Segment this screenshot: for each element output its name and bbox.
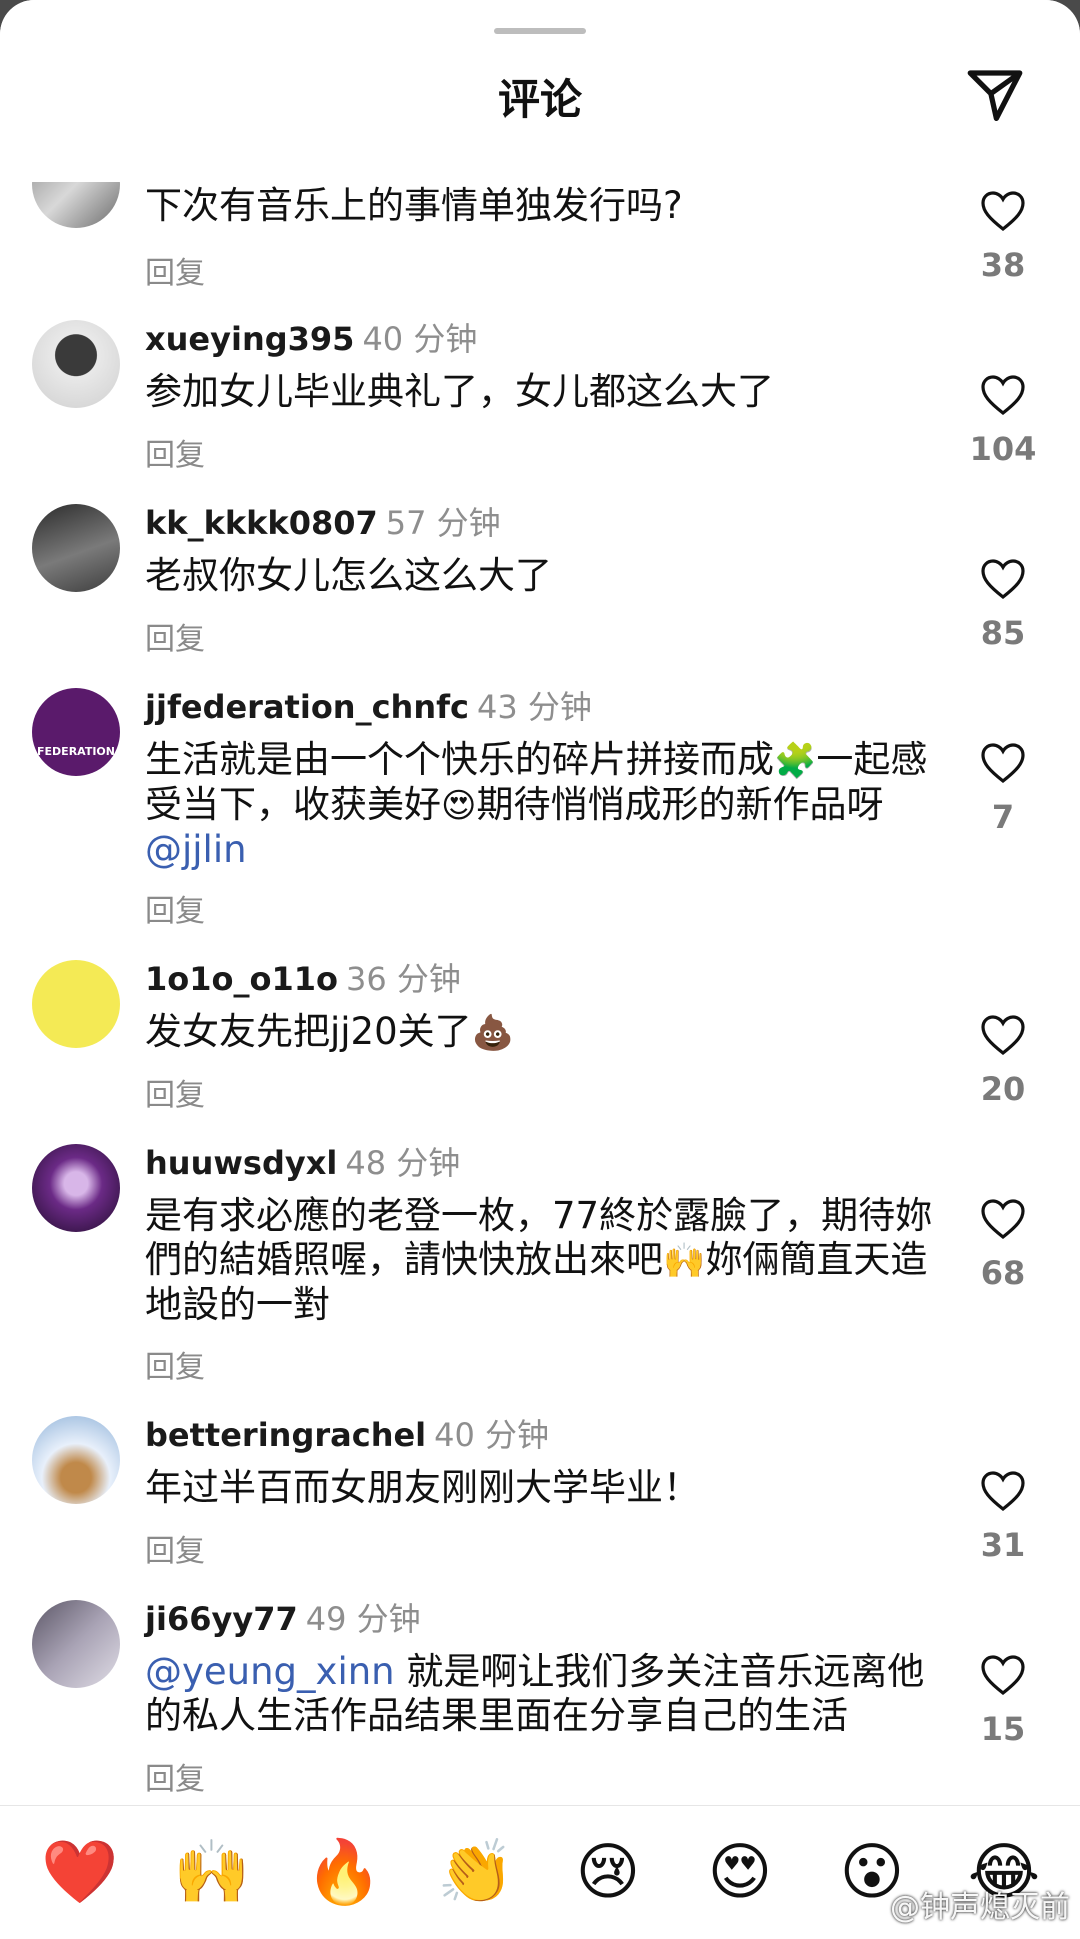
username[interactable]: xueying395: [145, 320, 354, 358]
heart-icon: [981, 743, 1025, 784]
avatar[interactable]: FEDERATION: [32, 688, 120, 776]
timestamp: 49 分钟: [305, 1600, 421, 1638]
comment-text: 是有求必應的老登一枚，77終於露臉了，期待妳們的結婚照喔，請快快放出來吧🙌妳倆簡…: [145, 1194, 935, 1327]
timestamp: 40 分钟: [434, 1416, 550, 1454]
comment-text: 年过半百而女朋友刚刚大学毕业！: [145, 1466, 700, 1509]
like-count: 104: [969, 430, 1037, 468]
heart-icon: [981, 1199, 1025, 1240]
username[interactable]: ji66yy77: [145, 1600, 298, 1638]
comment-meta: huuwsdyxl 48 分钟: [145, 1138, 460, 1184]
sheet-title: 评论: [497, 75, 582, 124]
like-count: 7: [991, 798, 1015, 836]
comment-meta: betteringrachel 40 分钟: [145, 1410, 549, 1456]
username[interactable]: huuwsdyxl: [145, 1144, 337, 1182]
username[interactable]: kk_kkkk0807: [145, 504, 378, 542]
like-button[interactable]: 15: [968, 1652, 1038, 1748]
heart-icon: [981, 1655, 1025, 1696]
fire-reaction[interactable]: 🔥: [304, 1832, 384, 1912]
avatar[interactable]: [32, 504, 120, 592]
comment-list[interactable]: 下次有音乐上的事情单独发行吗? 回复 38 xueying395 40 分钟 参加…: [0, 0, 1080, 1805]
avatar[interactable]: [32, 1144, 120, 1232]
comment-text: 生活就是由一个个快乐的碎片拼接而成🧩一起感受当下，收获美好😍期待悄悄成形的新作品…: [145, 738, 935, 872]
avatar-logo-text: FEDERATION: [37, 745, 115, 758]
reply-button[interactable]: 回复: [145, 614, 205, 658]
avatar[interactable]: [32, 1416, 120, 1504]
timestamp: 48 分钟: [345, 1144, 461, 1182]
puzzle-emoji: 🧩: [774, 741, 817, 781]
like-count: 31: [980, 1526, 1026, 1564]
like-button[interactable]: 68: [968, 1196, 1038, 1292]
red-heart-reaction[interactable]: ❤️: [40, 1832, 120, 1912]
comment-text-part: 期待悄悄成形的新作品呀: [476, 783, 884, 826]
like-count: 85: [980, 614, 1026, 652]
avatar[interactable]: [32, 320, 120, 408]
username[interactable]: jjfederation_chnfc: [145, 688, 469, 726]
comment-meta: ji66yy77 49 分钟: [145, 1594, 421, 1640]
watermark: @钟声熄灭前: [890, 1890, 1070, 1925]
reaction-bar: ❤️ 🙌 🔥 👏 😢 😍 😮 😂 @钟声熄灭前: [0, 1805, 1080, 1939]
poop-emoji: 💩: [471, 1013, 514, 1053]
heart-icon: [981, 559, 1025, 600]
heart-icon: [981, 1015, 1025, 1056]
avatar[interactable]: [32, 960, 120, 1048]
comment-text-part: 生活就是由一个个快乐的碎片拼接而成: [145, 738, 774, 781]
like-count: 20: [980, 1070, 1026, 1108]
comment-text-part: 发女友先把jj20关了: [145, 1010, 472, 1053]
heart-eyes-reaction[interactable]: 😍: [700, 1832, 780, 1912]
reply-button[interactable]: 回复: [145, 430, 205, 474]
timestamp: 43 分钟: [477, 688, 592, 726]
comment-meta: xueying395 40 分钟: [145, 314, 477, 360]
heart-icon: [981, 1471, 1025, 1512]
drag-handle[interactable]: [494, 28, 586, 34]
username[interactable]: betteringrachel: [145, 1416, 426, 1454]
like-button[interactable]: 20: [968, 1012, 1038, 1108]
reply-button[interactable]: 回复: [145, 1070, 205, 1114]
clapping-reaction[interactable]: 👏: [436, 1832, 516, 1912]
share-button[interactable]: [962, 62, 1028, 128]
raising-hands-emoji: 🙌: [663, 1241, 706, 1281]
reply-button[interactable]: 回复: [145, 248, 205, 292]
comment-text: 老叔你女儿怎么这么大了: [145, 554, 552, 597]
comments-sheet: 下次有音乐上的事情单独发行吗? 回复 38 xueying395 40 分钟 参加…: [0, 0, 1080, 1939]
reply-button[interactable]: 回复: [145, 1526, 205, 1570]
comment-text: 参加女儿毕业典礼了，女儿都这么大了: [145, 370, 774, 413]
like-button[interactable]: 85: [968, 556, 1038, 652]
like-count: 15: [980, 1710, 1026, 1748]
send-icon: [967, 70, 1023, 121]
comment-meta: kk_kkkk0807 57 分钟: [145, 498, 501, 544]
timestamp: 57 分钟: [385, 504, 501, 542]
comment-text: 下次有音乐上的事情单独发行吗?: [145, 184, 683, 227]
reply-button[interactable]: 回复: [145, 1754, 205, 1798]
timestamp: 36 分钟: [346, 960, 461, 998]
crying-reaction[interactable]: 😢: [568, 1832, 648, 1912]
mention-link[interactable]: @jjlin: [145, 828, 247, 871]
heart-eyes-emoji: 😍: [441, 786, 477, 826]
heart-icon: [981, 375, 1025, 416]
username[interactable]: 1o1o_o11o: [145, 960, 338, 998]
like-count: 38: [980, 246, 1026, 284]
mention-link[interactable]: @yeung_xinn: [145, 1650, 395, 1693]
comment-text: @yeung_xinn 就是啊让我们多关注音乐远离他的私人生活作品结果里面在分享…: [145, 1650, 935, 1738]
timestamp: 40 分钟: [362, 320, 478, 358]
comment-text: 发女友先把jj20关了💩: [145, 1010, 935, 1055]
raising-hands-reaction[interactable]: 🙌: [172, 1832, 252, 1912]
sheet-header: 评论: [0, 0, 1080, 182]
like-count: 68: [980, 1254, 1026, 1292]
heart-icon: [981, 191, 1025, 232]
avatar[interactable]: [32, 1600, 120, 1688]
like-button[interactable]: 7: [968, 740, 1038, 836]
reply-button[interactable]: 回复: [145, 1342, 205, 1386]
like-button[interactable]: 31: [968, 1468, 1038, 1564]
like-button[interactable]: 38: [968, 188, 1038, 284]
comment-meta: jjfederation_chnfc 43 分钟: [145, 682, 592, 728]
reply-button[interactable]: 回复: [145, 886, 205, 930]
like-button[interactable]: 104: [968, 372, 1038, 468]
comment-meta: 1o1o_o11o 36 分钟: [145, 954, 461, 1000]
